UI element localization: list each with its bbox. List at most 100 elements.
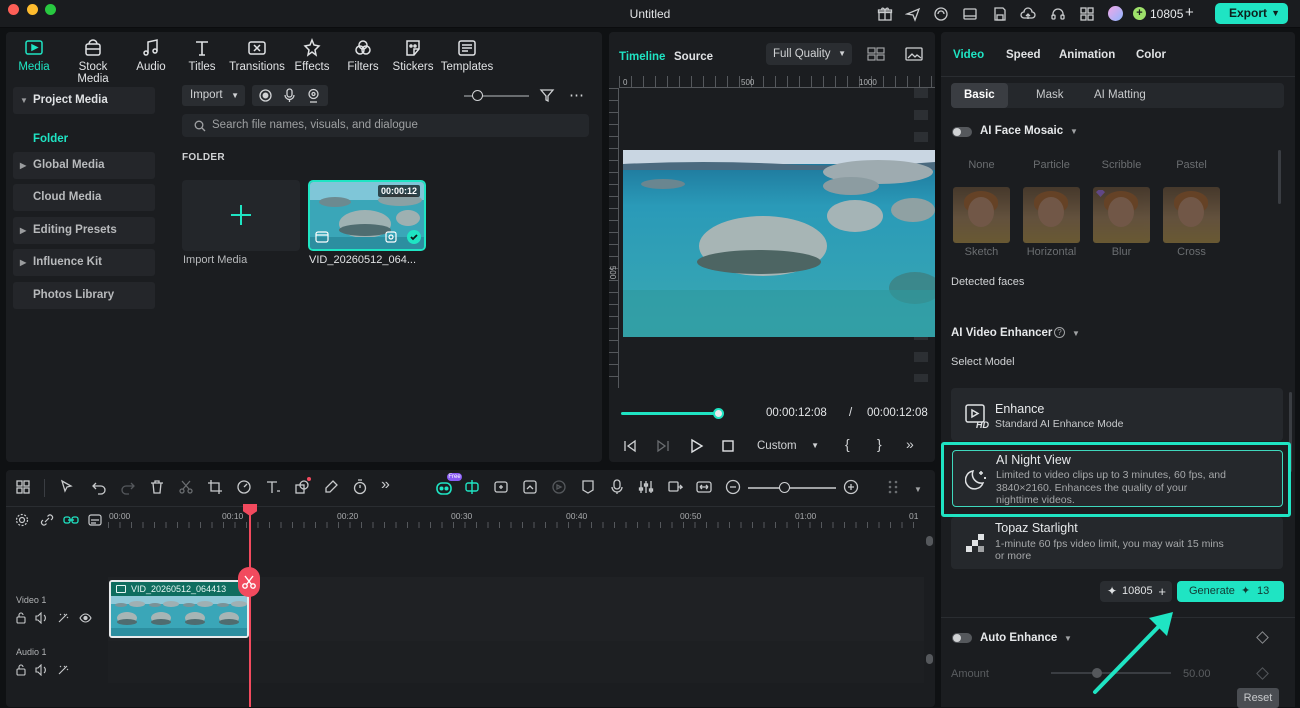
sidebar-item-global-media[interactable]: ▶ Global Media <box>13 152 155 179</box>
mosaic-option-particle[interactable]: Particle <box>1023 159 1080 171</box>
model-topaz-starlight[interactable]: Topaz Starlight 1-minute 60 fps video li… <box>951 517 1283 569</box>
keyframe-icon[interactable] <box>1256 631 1269 644</box>
mosaic-option-pastel[interactable]: Pastel <box>1163 159 1220 171</box>
search-input[interactable]: Search file names, visuals, and dialogue <box>182 114 589 137</box>
add-track-icon[interactable] <box>493 479 511 497</box>
playback-scrubber[interactable] <box>713 408 724 419</box>
record-screen-icon[interactable] <box>258 88 273 103</box>
sidebar-item-cloud-media[interactable]: Cloud Media <box>13 184 155 211</box>
keyframe-icon[interactable] <box>1256 667 1269 680</box>
playback-progress-bar[interactable] <box>621 412 719 415</box>
view-options-icon[interactable] <box>886 479 904 497</box>
headset-icon[interactable] <box>1050 6 1066 22</box>
quality-dropdown[interactable]: Full Quality ▼ <box>766 43 852 65</box>
speaker-icon[interactable] <box>35 664 48 676</box>
send-icon[interactable] <box>905 6 921 22</box>
marker-icon[interactable] <box>580 479 598 497</box>
sidebar-item-editing-presets[interactable]: ▶ Editing Presets <box>13 217 155 244</box>
select-tool-icon[interactable] <box>59 479 77 497</box>
subtab-mask[interactable]: Mask <box>1023 83 1076 108</box>
replace-clip-icon[interactable] <box>667 479 685 497</box>
undo-icon[interactable] <box>91 479 109 497</box>
mosaic-option-none[interactable]: None <box>953 159 1010 171</box>
webcam-icon[interactable] <box>306 88 321 103</box>
mosaic-thumb-sketch[interactable] <box>953 187 1010 243</box>
tab-transitions[interactable]: Transitions <box>227 38 287 73</box>
apps-grid-icon[interactable] <box>1079 6 1095 22</box>
microphone-icon[interactable] <box>282 88 297 103</box>
track-settings-icon[interactable] <box>15 513 29 527</box>
audio-track-lane[interactable] <box>108 641 924 683</box>
more-controls-icon[interactable]: » <box>906 436 914 452</box>
slider-handle[interactable] <box>472 90 483 101</box>
avatar[interactable] <box>1108 6 1123 21</box>
sidebar-item-project-media[interactable]: ▼ Project Media <box>13 87 155 114</box>
zoom-out-icon[interactable] <box>725 479 743 497</box>
reset-button[interactable]: Reset <box>1237 688 1279 708</box>
sidebar-item-photos-library[interactable]: Photos Library <box>13 282 155 309</box>
zoom-slider[interactable] <box>748 487 836 489</box>
face-mosaic-toggle[interactable] <box>952 127 972 137</box>
stabilize-icon[interactable] <box>551 479 569 497</box>
mark-out-icon[interactable]: } <box>877 436 882 452</box>
generate-button[interactable]: Generate ✦ 13 <box>1177 581 1284 602</box>
layout-grid-icon[interactable] <box>15 479 33 497</box>
layout-icon[interactable] <box>962 6 978 22</box>
delete-icon[interactable] <box>149 479 167 497</box>
tab-animation[interactable]: Animation <box>1059 49 1115 61</box>
visibility-eye-icon[interactable] <box>79 612 92 624</box>
export-button[interactable]: Export ▼ <box>1215 3 1288 24</box>
mute-magic-icon[interactable] <box>57 612 70 624</box>
crop-icon[interactable] <box>207 479 225 497</box>
playhead-handle[interactable] <box>243 504 257 516</box>
shape-mask-icon[interactable] <box>294 479 312 497</box>
save-icon[interactable] <box>992 6 1008 22</box>
auto-enhance-toggle[interactable] <box>952 633 972 643</box>
mark-in-icon[interactable]: { <box>845 436 850 452</box>
plus-icon[interactable]: + <box>1158 581 1166 602</box>
mosaic-option-scribble[interactable]: Scribble <box>1093 159 1150 171</box>
media-clip-thumbnail[interactable]: 00:00:12 <box>308 180 426 251</box>
text-tool-icon[interactable] <box>265 479 283 497</box>
timeline-ruler[interactable] <box>108 522 924 528</box>
sidebar-item-influence-kit[interactable]: ▶ Influence Kit <box>13 249 155 276</box>
tab-source[interactable]: Source <box>674 51 713 63</box>
split-icon[interactable] <box>178 479 196 497</box>
tab-stickers[interactable]: Stickers <box>383 38 443 73</box>
ai-copilot-icon[interactable] <box>435 479 453 497</box>
playhead-line[interactable] <box>249 508 251 707</box>
tab-timeline[interactable]: Timeline <box>619 51 665 63</box>
redo-icon[interactable] <box>120 479 138 497</box>
voiceover-mic-icon[interactable] <box>609 479 627 497</box>
tab-templates[interactable]: Templates <box>437 38 497 73</box>
mosaic-thumb-blur[interactable] <box>1093 187 1150 243</box>
captions-icon[interactable] <box>88 513 102 527</box>
sidebar-item-folder[interactable]: Folder <box>13 126 155 152</box>
tab-color[interactable]: Color <box>1136 49 1166 61</box>
mute-magic-icon[interactable] <box>57 664 70 676</box>
chevron-down-icon[interactable]: ▼ <box>1072 329 1080 338</box>
timeline-scrollbar[interactable] <box>924 530 935 680</box>
chevron-down-icon[interactable]: ▼ <box>1064 634 1072 643</box>
timer-icon[interactable] <box>352 479 370 497</box>
speed-icon[interactable] <box>236 479 254 497</box>
tab-stock-media[interactable]: Stock Media <box>63 38 123 85</box>
mosaic-thumb-horizontal[interactable] <box>1023 187 1080 243</box>
add-credits-button[interactable]: + <box>1185 4 1194 21</box>
model-enhance[interactable]: HD Enhance Standard AI Enhance Mode <box>951 388 1283 441</box>
audio-mixer-icon[interactable] <box>638 479 656 497</box>
mosaic-scrollbar[interactable] <box>1278 150 1281 204</box>
gift-icon[interactable] <box>877 6 893 22</box>
timeline-video-clip[interactable]: VID_20260512_064413 <box>109 580 249 638</box>
tab-titles[interactable]: Titles <box>172 38 232 73</box>
unlink-icon[interactable] <box>40 513 54 527</box>
split-scissors-button[interactable] <box>238 567 260 597</box>
chevron-down-icon[interactable]: ▼ <box>1070 127 1078 136</box>
stop-icon[interactable] <box>720 438 736 454</box>
lock-icon[interactable] <box>15 664 27 676</box>
magnet-snap-icon[interactable] <box>464 479 482 497</box>
color-picker-icon[interactable] <box>323 479 341 497</box>
mosaic-thumb-cross[interactable] <box>1163 187 1220 243</box>
fit-timeline-icon[interactable] <box>696 479 714 497</box>
chevron-down-icon[interactable]: ▼ <box>914 485 922 494</box>
